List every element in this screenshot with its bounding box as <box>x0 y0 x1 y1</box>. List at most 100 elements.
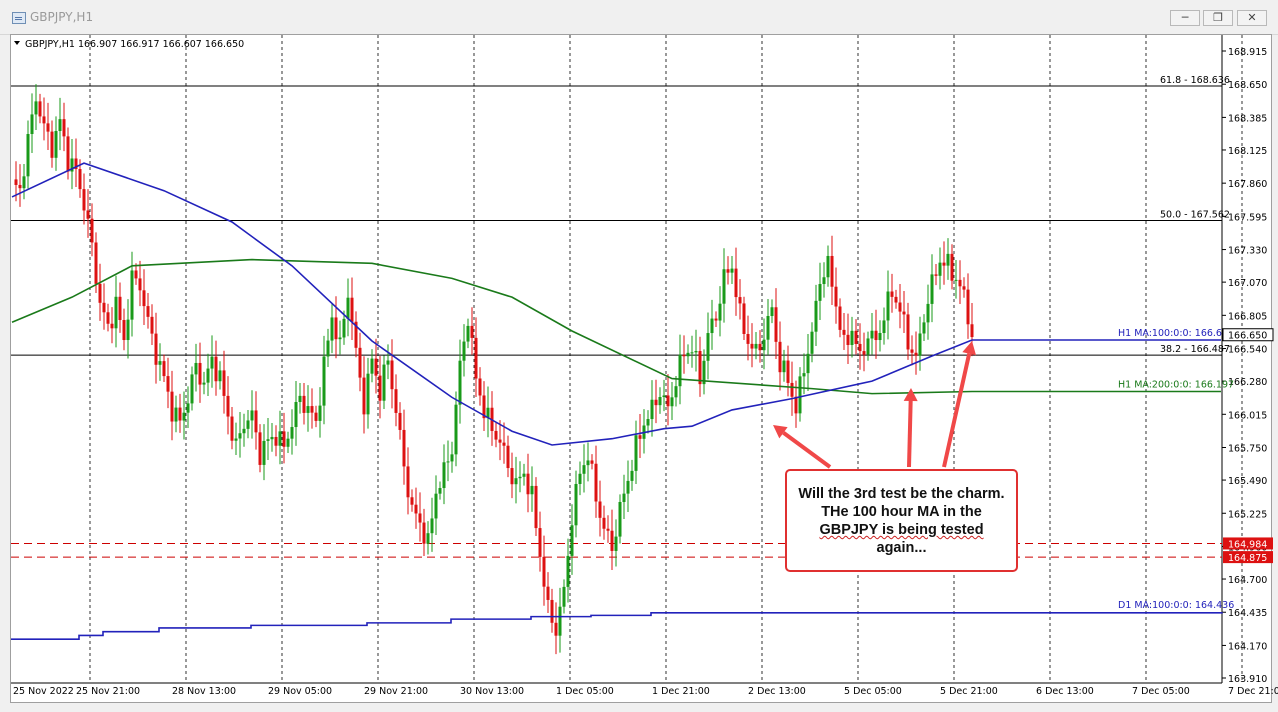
candle-body <box>754 343 758 349</box>
candle-body <box>682 354 686 357</box>
candle-body <box>134 270 138 279</box>
candle-body <box>250 410 254 421</box>
candle-body <box>158 361 162 365</box>
candle-body <box>122 320 126 341</box>
x-tick-label: 5 Dec 21:00 <box>940 686 998 697</box>
annotation-line-2: THe 100 hour MA in the <box>821 504 982 520</box>
candle-body <box>446 461 450 463</box>
candle-body <box>646 419 650 426</box>
candle-body <box>46 123 50 132</box>
candle-body <box>670 397 674 407</box>
x-tick-label: 30 Nov 13:00 <box>460 686 524 697</box>
candle-body <box>790 382 794 397</box>
test-2-arrow-shaft <box>907 400 913 468</box>
candle-body <box>586 460 590 466</box>
candle-body <box>746 333 750 344</box>
candle-body <box>262 440 266 465</box>
candle-body <box>466 325 470 342</box>
candle-body <box>178 407 182 421</box>
candle-body <box>826 255 830 278</box>
candle-body <box>850 330 854 345</box>
y-tick-label: 168.650 <box>1228 80 1267 91</box>
candle-body <box>534 485 538 529</box>
candle-body <box>566 555 570 587</box>
candle-body <box>206 368 210 383</box>
candle-body <box>302 395 306 413</box>
candle-body <box>510 468 514 485</box>
candle-body <box>378 375 382 401</box>
candle-body <box>290 427 294 439</box>
candle-body <box>114 296 118 329</box>
candle-body <box>770 307 774 316</box>
candle-body <box>190 374 194 404</box>
y-tick-label: 166.540 <box>1228 345 1267 356</box>
candle-body <box>658 397 662 406</box>
candle-body <box>322 356 326 406</box>
candle-body <box>242 428 246 434</box>
candle-body <box>474 337 478 379</box>
candle-body <box>174 407 178 422</box>
candle-body <box>166 376 170 392</box>
ma-label: H1 MA:200:0:0: 166.197 <box>1118 379 1234 390</box>
candle-body <box>422 522 426 544</box>
candle-body <box>538 528 542 557</box>
candle-body <box>626 480 630 494</box>
candle-body <box>710 318 714 334</box>
candle-body <box>690 352 694 354</box>
candle-body <box>742 303 746 334</box>
candle-body <box>558 606 562 636</box>
candle-body <box>774 307 778 342</box>
candle-body <box>818 284 822 301</box>
candle-body <box>34 101 38 115</box>
test-2-arrow-head <box>903 388 918 402</box>
candle-body <box>910 349 914 353</box>
candle-body <box>894 296 898 303</box>
annotation-box: Will the 3rd test be the charm. THe 100 … <box>785 469 1018 572</box>
y-tick-label: 164.170 <box>1228 641 1267 652</box>
candle-body <box>182 412 186 421</box>
candle-body <box>550 599 554 623</box>
candle-body <box>86 210 90 219</box>
annotation-line-3: GBPJPY is being tested <box>819 522 984 538</box>
candle-body <box>298 395 302 403</box>
current-price-text: 166.650 <box>1228 331 1267 342</box>
candle-body <box>430 518 434 534</box>
candle-body <box>838 306 842 330</box>
x-tick-label: 29 Nov 21:00 <box>364 686 428 697</box>
y-tick-label: 163.910 <box>1228 674 1267 685</box>
y-tick-label: 168.385 <box>1228 113 1267 124</box>
candle-body <box>506 445 510 469</box>
level-label: 50.0 - 167.562 <box>1160 209 1230 220</box>
candle-body <box>82 189 86 211</box>
candle-body <box>398 412 402 430</box>
candle-body <box>494 430 498 440</box>
candle-body <box>394 389 398 413</box>
candle-body <box>518 476 522 479</box>
annotation-line-1: Will the 3rd test be the charm. <box>798 486 1005 502</box>
candle-body <box>238 433 242 439</box>
candle-body <box>966 289 970 325</box>
x-tick-label: 2 Dec 13:00 <box>748 686 806 697</box>
candle-body <box>498 439 502 443</box>
candle-body <box>574 483 578 526</box>
candle-body <box>914 352 918 356</box>
candle-body <box>254 410 258 433</box>
candle-body <box>714 318 718 321</box>
candle-body <box>434 493 438 519</box>
x-tick-label: 1 Dec 05:00 <box>556 686 614 697</box>
x-tick-label: 29 Nov 05:00 <box>268 686 332 697</box>
candle-body <box>522 473 526 477</box>
candle-body <box>38 101 42 117</box>
candle-body <box>390 360 394 390</box>
candle-body <box>942 262 946 266</box>
candle-body <box>938 262 942 276</box>
candle-body <box>706 333 710 361</box>
x-tick-label: 7 Dec 05:00 <box>1132 686 1190 697</box>
candle-body <box>778 341 782 373</box>
candle-body <box>26 134 30 177</box>
candle-body <box>478 378 482 396</box>
candle-body <box>554 622 558 636</box>
candle-body <box>674 386 678 398</box>
candle-body <box>722 269 726 304</box>
candle-body <box>30 114 34 135</box>
